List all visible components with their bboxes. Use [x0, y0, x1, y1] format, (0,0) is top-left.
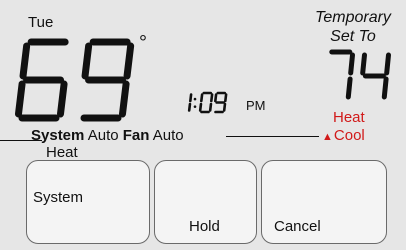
system-heat-option: Heat: [46, 144, 78, 161]
digit-segment: [222, 102, 227, 112]
fan-status-label: Fan: [122, 127, 150, 144]
system-status-label: System: [31, 127, 85, 144]
digit-segment: [187, 102, 192, 112]
digit-segment: [384, 52, 391, 76]
digit-segment: [360, 52, 367, 76]
mode-cool-text: Cool: [333, 127, 365, 144]
button-row: System Hold Cancel: [0, 160, 406, 250]
digit-segment: [208, 102, 213, 112]
digit-segment: [198, 102, 203, 112]
digit-segment: [345, 76, 353, 100]
mode-heat-label: Heat: [333, 109, 365, 126]
mode-indicator-icon: ▲: [322, 131, 333, 143]
digit-segment: [118, 80, 130, 118]
current-temperature: [12, 36, 142, 126]
time-period: PM: [246, 98, 266, 113]
digit-segment: [81, 42, 93, 80]
clock-time-digits: [187, 91, 228, 114]
system-button-label: System: [33, 189, 84, 206]
current-temperature-digits: [14, 38, 135, 122]
colon-dot: [193, 97, 197, 101]
digit-segment: [14, 80, 26, 118]
digit-segment: [19, 42, 31, 80]
hold-button[interactable]: Hold: [154, 160, 257, 244]
temporary-set-to-label: Temporary Set To: [315, 9, 391, 45]
system-status-value: Auto: [87, 127, 119, 144]
digit-segment: [123, 42, 135, 80]
digit-segment: [348, 52, 355, 76]
digit-segment: [200, 93, 204, 103]
digit-segment: [381, 76, 389, 100]
digit-segment: [56, 80, 68, 118]
digit-segment: [210, 93, 214, 103]
system-fan-status: System Auto Fan Auto: [31, 127, 184, 144]
degree-symbol: °: [139, 32, 147, 54]
colon-dot: [193, 105, 197, 108]
digit-segment: [189, 93, 193, 103]
digit-segment: [214, 93, 218, 103]
set-temperature-digits: [329, 49, 391, 100]
thermostat-screen: Tue ° PM Temporary Set To Heat ▲Cool Sys…: [0, 0, 406, 250]
fan-status-value: Auto: [152, 127, 184, 144]
system-button[interactable]: System: [26, 160, 150, 244]
leader-line-right: [226, 136, 319, 137]
set-temperature: [320, 48, 392, 106]
mode-cool-label: ▲Cool: [322, 127, 365, 144]
digit-segment: [224, 93, 228, 103]
cancel-button[interactable]: Cancel: [261, 160, 387, 244]
day-label: Tue: [28, 14, 54, 31]
hold-button-label: Hold: [189, 218, 220, 235]
clock-time: [176, 91, 238, 115]
cancel-button-label: Cancel: [274, 218, 321, 235]
